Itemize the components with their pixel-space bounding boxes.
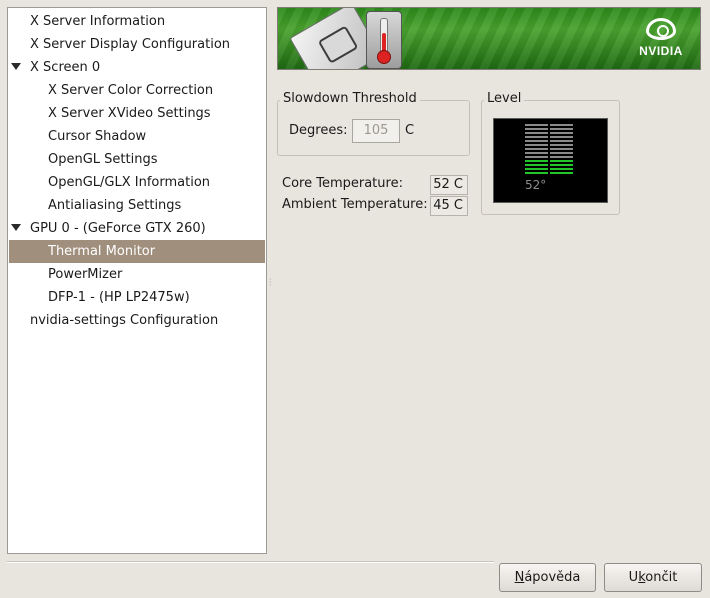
gauge-bar — [550, 156, 573, 158]
degrees-input[interactable]: 105 — [352, 119, 400, 143]
tree-item[interactable]: GPU 0 - (GeForce GTX 260) — [9, 217, 265, 240]
temperature-gauge: 52° — [493, 118, 608, 203]
gauge-temperature-readout: 52° — [525, 178, 547, 192]
gauge-bar — [550, 172, 573, 174]
tree-item-label: X Server Information — [30, 14, 166, 29]
expander-arrow-icon[interactable] — [11, 63, 21, 70]
navigation-tree[interactable]: X Server Information X Server Display Con… — [7, 7, 267, 554]
tree-item-label: Thermal Monitor — [48, 244, 156, 259]
tree-item-label: GPU 0 - (GeForce GTX 260) — [30, 221, 206, 236]
tree-item[interactable]: X Screen 0 — [9, 56, 265, 79]
tree-item-label: X Server Color Correction — [48, 83, 214, 98]
tree-item[interactable]: OpenGL Settings — [9, 148, 265, 171]
thermometer-icon — [366, 11, 402, 69]
gauge-bar — [550, 136, 573, 138]
gauge-bar — [525, 168, 548, 170]
tree-item[interactable]: X Server Display Configuration — [9, 33, 265, 56]
tree-item[interactable]: X Server XVideo Settings — [9, 102, 265, 125]
gauge-bar — [550, 140, 573, 142]
tree-item[interactable]: X Server Color Correction — [9, 79, 265, 102]
gauge-bar — [525, 172, 548, 174]
pane-splitter-handle[interactable]: · · · — [269, 276, 273, 290]
gauge-bar — [525, 124, 548, 126]
quit-button-label-start: U — [628, 570, 639, 585]
core-temperature-value: 52 C — [430, 175, 468, 195]
degrees-unit: C — [405, 123, 415, 138]
gauge-bar — [525, 156, 548, 158]
tree-item-label: X Server Display Configuration — [30, 37, 231, 52]
tree-item[interactable]: Antialiasing Settings — [9, 194, 265, 217]
bottom-separator — [7, 561, 494, 563]
gauge-bar — [525, 148, 548, 150]
tree-item-label: Antialiasing Settings — [48, 198, 182, 213]
tree-item[interactable]: Thermal Monitor — [9, 240, 265, 263]
gauge-bar — [525, 160, 548, 162]
tree-item-label: PowerMizer — [48, 267, 123, 282]
tree-item-label: X Screen 0 — [30, 60, 101, 75]
gauge-bar — [550, 148, 573, 150]
tree-item-label: nvidia-settings Configuration — [30, 313, 219, 328]
gauge-bar — [550, 132, 573, 134]
gauge-bar — [525, 144, 548, 146]
tree-item-label: OpenGL/GLX Information — [48, 175, 211, 190]
degrees-label: Degrees: — [289, 123, 348, 138]
quit-button-label-end: ončit — [645, 570, 678, 585]
tree-item-label: OpenGL Settings — [48, 152, 158, 167]
tree-item[interactable]: OpenGL/GLX Information — [9, 171, 265, 194]
help-button-label: ápověda — [524, 570, 581, 585]
gauge-bar — [525, 164, 548, 166]
help-button[interactable]: Nápověda — [499, 563, 596, 592]
tree-item-label: DFP-1 - (HP LP2475w) — [48, 290, 190, 305]
gauge-bar — [550, 152, 573, 154]
ambient-temperature-value: 45 C — [430, 196, 468, 216]
tree-item[interactable]: nvidia-settings Configuration — [9, 309, 265, 332]
gauge-bar — [550, 164, 573, 166]
tree-item[interactable]: DFP-1 - (HP LP2475w) — [9, 286, 265, 309]
quit-button[interactable]: Ukončit — [604, 563, 702, 592]
gauge-bar — [525, 132, 548, 134]
gauge-bar — [550, 160, 573, 162]
tree-item-label: Cursor Shadow — [48, 129, 147, 144]
gauge-bar — [550, 144, 573, 146]
core-temperature-label: Core Temperature: — [282, 176, 403, 191]
level-title: Level — [484, 91, 525, 107]
nvidia-logo-icon: NVIDIA — [636, 18, 686, 62]
gauge-bar — [550, 168, 573, 170]
ambient-temperature-label: Ambient Temperature: — [282, 197, 428, 212]
gauge-bar — [525, 140, 548, 142]
expander-arrow-icon[interactable] — [11, 224, 21, 231]
tree-item[interactable]: Cursor Shadow — [9, 125, 265, 148]
gauge-bar — [525, 128, 548, 130]
gauge-bar — [550, 124, 573, 126]
help-button-mnemonic: N — [514, 570, 525, 585]
gauge-bar — [550, 128, 573, 130]
gauge-bar — [525, 136, 548, 138]
nvidia-logo-text: NVIDIA — [639, 44, 683, 58]
slowdown-threshold-title: Slowdown Threshold — [280, 91, 420, 107]
gauge-bar — [525, 152, 548, 154]
tree-item[interactable]: PowerMizer — [9, 263, 265, 286]
tree-item-label: X Server XVideo Settings — [48, 106, 211, 121]
tree-item[interactable]: X Server Information — [9, 10, 265, 33]
thermal-banner: NVIDIA — [277, 7, 701, 70]
